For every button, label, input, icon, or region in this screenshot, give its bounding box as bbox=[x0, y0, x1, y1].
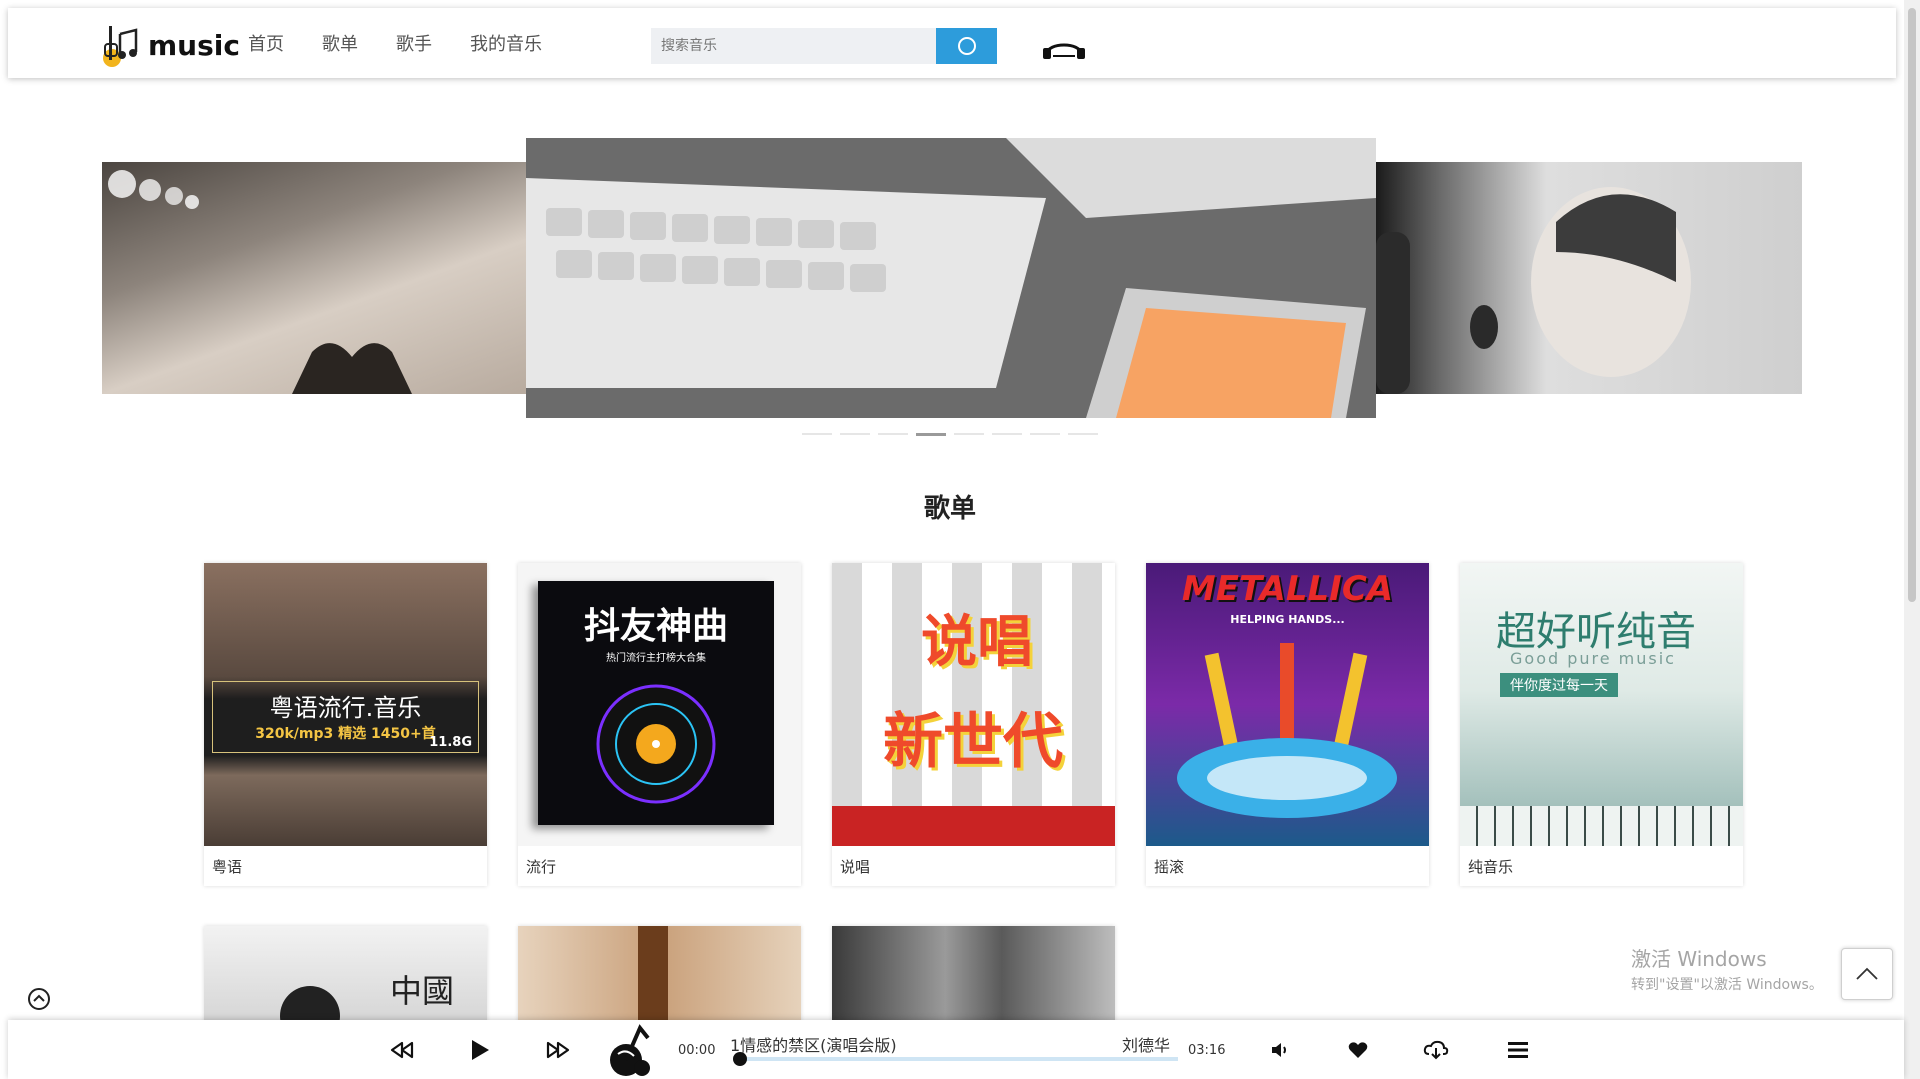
playlist-label: 纯音乐 bbox=[1468, 858, 1514, 876]
carousel-dot[interactable] bbox=[1068, 433, 1098, 435]
logo-text: music bbox=[148, 28, 240, 62]
carousel-dot-active[interactable] bbox=[916, 433, 946, 436]
playlist-grid: 粤语流行.音乐 320k/mp3 精选 1450+首 11.8G 粤语 抖友神曲… bbox=[204, 563, 1743, 886]
banner-slide-concert[interactable] bbox=[102, 162, 527, 394]
cover-subtitle: Good pure music bbox=[1510, 649, 1676, 668]
album-box: 抖友神曲 热门流行主打榜大合集 bbox=[538, 581, 774, 825]
back-to-top-button[interactable] bbox=[1841, 948, 1893, 1000]
playlist-card[interactable]: METALLICA HELPING HANDS... 摇滚 bbox=[1146, 563, 1429, 886]
cover-badge: 伴你度过每一天 bbox=[1500, 673, 1618, 697]
nav-singers[interactable]: 歌手 bbox=[396, 30, 432, 56]
music-player-bar: 00:00 1情感的禁区(演唱会版) 刘德华 03:16 bbox=[8, 1020, 1904, 1079]
cover-size: 11.8G bbox=[429, 735, 472, 750]
cover-band bbox=[832, 806, 1115, 846]
activate-windows-watermark: 激活 Windows 转到"设置"以激活 Windows。 bbox=[1631, 943, 1823, 994]
playlist-label: 流行 bbox=[526, 858, 557, 876]
playlist-card[interactable]: 抖友神曲 热门流行主打榜大合集 流行 bbox=[518, 563, 801, 886]
total-time: 03:16 bbox=[1188, 1043, 1226, 1058]
playlist-cover: METALLICA HELPING HANDS... bbox=[1146, 563, 1429, 846]
menu-icon bbox=[1508, 1042, 1528, 1058]
carousel-dot[interactable] bbox=[840, 433, 870, 435]
nav-playlists[interactable]: 歌单 bbox=[322, 30, 358, 56]
playlist-card[interactable]: 超好听纯音 Good pure music 伴你度过每一天 纯音乐 bbox=[1460, 563, 1743, 886]
playlist-cover: 抖友神曲 热门流行主打榜大合集 bbox=[518, 563, 801, 846]
cover-title: 粤语流行.音乐 bbox=[269, 694, 422, 722]
cover-title-2: 新世代 bbox=[883, 707, 1063, 777]
current-time: 00:00 bbox=[678, 1043, 716, 1058]
playlist-label: 说唱 bbox=[840, 858, 871, 876]
carousel-dot[interactable] bbox=[954, 433, 984, 435]
cover-subtitle: 热门流行主打榜大合集 bbox=[606, 653, 706, 664]
cloud-download-icon bbox=[1423, 1040, 1449, 1060]
chevron-up-icon bbox=[1856, 967, 1878, 980]
heart-icon bbox=[1348, 1042, 1368, 1058]
playlist-cover: 粤语流行.音乐 320k/mp3 精选 1450+首 11.8G bbox=[204, 563, 487, 846]
song-title: 1情感的禁区(演唱会版) bbox=[730, 1036, 897, 1055]
progress-handle[interactable] bbox=[733, 1052, 747, 1066]
banner-slide-keyboard[interactable] bbox=[526, 138, 1376, 418]
album-art[interactable] bbox=[604, 1024, 660, 1079]
guitar-logo-icon bbox=[100, 22, 146, 68]
vinyl-icon bbox=[596, 684, 716, 804]
section-title-playlists: 歌单 bbox=[923, 494, 976, 524]
search-input[interactable] bbox=[651, 28, 936, 64]
play-button[interactable] bbox=[464, 1034, 496, 1066]
playlist-card[interactable]: 说唱 新世代 说唱 bbox=[832, 563, 1115, 886]
music-note-logo-icon bbox=[610, 1024, 650, 1076]
volume-icon bbox=[1272, 1043, 1286, 1057]
download-button[interactable] bbox=[1420, 1034, 1452, 1066]
piano-keys bbox=[1460, 806, 1743, 846]
song-artist: 刘德华 bbox=[1122, 1036, 1171, 1055]
carousel-dot[interactable] bbox=[992, 433, 1022, 435]
search-bar bbox=[651, 28, 997, 64]
carousel-dots bbox=[802, 433, 1098, 436]
search-button[interactable] bbox=[936, 28, 997, 64]
next-button[interactable] bbox=[542, 1034, 574, 1066]
page-scrollbar[interactable] bbox=[1904, 0, 1920, 1079]
main-nav: 首页 歌单 歌手 我的音乐 bbox=[248, 30, 542, 56]
cover-title: 中國 bbox=[390, 972, 455, 1010]
top-header: music 首页 歌单 歌手 我的音乐 bbox=[8, 8, 1896, 78]
logo[interactable]: music bbox=[100, 22, 240, 68]
playlist-label: 粤语 bbox=[212, 858, 243, 876]
carousel-dot[interactable] bbox=[1030, 433, 1060, 435]
cover-frame: 粤语流行.音乐 320k/mp3 精选 1450+首 11.8G bbox=[212, 681, 479, 753]
banner-carousel[interactable] bbox=[102, 138, 1802, 438]
like-button[interactable] bbox=[1342, 1034, 1374, 1066]
cover-title: 说唱 bbox=[921, 610, 1033, 675]
nav-my-music[interactable]: 我的音乐 bbox=[470, 30, 542, 56]
playlist-card[interactable]: 粤语流行.音乐 320k/mp3 精选 1450+首 11.8G 粤语 bbox=[204, 563, 487, 886]
collapse-up-icon[interactable] bbox=[27, 987, 51, 1011]
carousel-dot[interactable] bbox=[878, 433, 908, 435]
nav-home[interactable]: 首页 bbox=[248, 30, 284, 56]
volume-button[interactable] bbox=[1264, 1034, 1296, 1066]
play-icon bbox=[472, 1040, 489, 1060]
rewind-icon bbox=[390, 1041, 414, 1059]
playlist-cover: 说唱 新世代 bbox=[832, 563, 1115, 846]
previous-button[interactable] bbox=[386, 1034, 418, 1066]
fast-forward-icon bbox=[546, 1041, 570, 1059]
progress-bar[interactable] bbox=[733, 1052, 1178, 1066]
activate-subtitle: 转到"设置"以激活 Windows。 bbox=[1631, 977, 1823, 993]
playlist-label: 摇滚 bbox=[1154, 858, 1185, 876]
scrollbar-thumb[interactable] bbox=[1908, 8, 1916, 602]
playlist-menu-button[interactable] bbox=[1502, 1034, 1534, 1066]
activate-title: 激活 Windows bbox=[1631, 947, 1767, 971]
carousel-dot[interactable] bbox=[802, 433, 832, 435]
headphones-icon[interactable] bbox=[1041, 34, 1087, 60]
guitars-illustration bbox=[1177, 643, 1397, 818]
cover-title: 抖友神曲 bbox=[583, 606, 728, 647]
search-icon bbox=[957, 37, 976, 55]
page: music 首页 歌单 歌手 我的音乐 搜索音乐 歌单 粤语流行.音乐 320k… bbox=[0, 0, 1920, 1079]
playlist-cover: 超好听纯音 Good pure music 伴你度过每一天 bbox=[1460, 563, 1743, 846]
banner-slide-singer[interactable] bbox=[1376, 162, 1802, 394]
